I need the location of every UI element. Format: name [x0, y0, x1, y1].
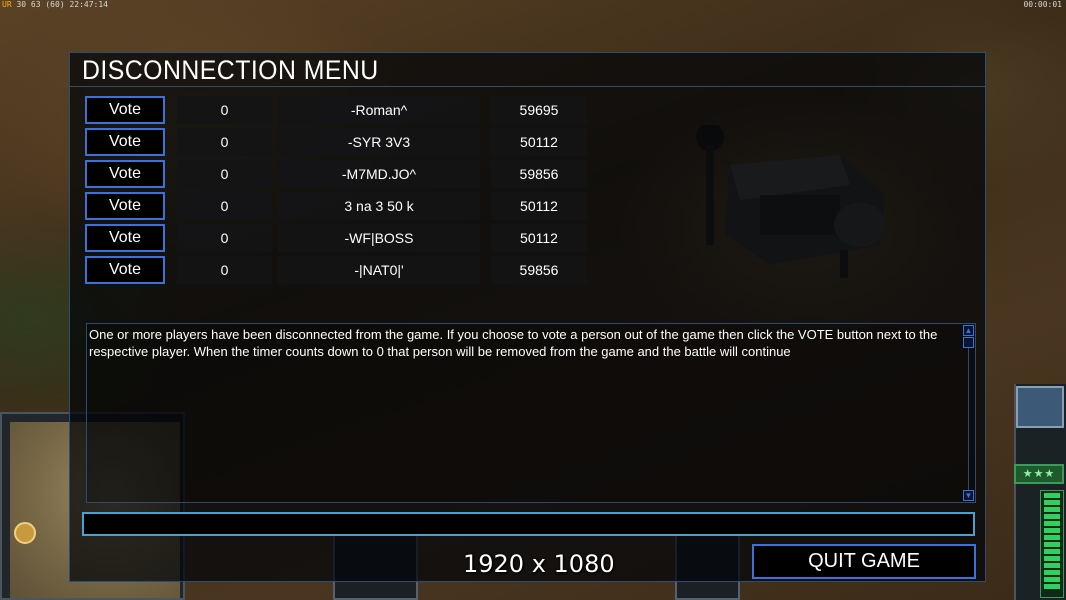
vote-count: 0 — [177, 192, 272, 220]
player-id: 59695 — [491, 96, 587, 124]
player-name: -Roman^ — [278, 96, 480, 124]
message-box: One or more players have been disconnect… — [86, 323, 976, 503]
vote-button[interactable]: Vote — [85, 96, 165, 124]
player-name: -WF|BOSS — [278, 224, 480, 252]
scroll-down-button[interactable]: ▼ — [963, 490, 974, 501]
vote-count: 0 — [177, 96, 272, 124]
vote-button[interactable]: Vote — [85, 192, 165, 220]
player-name: 3 na 3 50 k — [278, 192, 480, 220]
title-divider — [70, 86, 985, 87]
vote-button[interactable]: Vote — [85, 224, 165, 252]
vote-button[interactable]: Vote — [85, 160, 165, 188]
player-name: -SYR 3V3 — [278, 128, 480, 156]
vote-count: 0 — [177, 128, 272, 156]
quit-game-button[interactable]: QUIT GAME — [752, 544, 976, 579]
scroll-up-button[interactable]: ▲ — [963, 325, 974, 336]
player-id: 50112 — [491, 192, 587, 220]
player-name: -|NAT0|' — [278, 256, 480, 284]
player-name: -M7MD.JO^ — [278, 160, 480, 188]
resolution-label: 1920 x 1080 — [463, 550, 615, 578]
player-id: 50112 — [491, 224, 587, 252]
player-marker-icon — [14, 522, 36, 544]
scroll-track[interactable] — [968, 348, 969, 492]
player-id: 59856 — [491, 256, 587, 284]
vote-count: 0 — [177, 160, 272, 188]
disconnection-dialog: DISCONNECTION MENU Vote 0 -Roman^ 59695 Vote… — [69, 52, 986, 582]
player-id: 59856 — [491, 160, 587, 188]
vote-count: 0 — [177, 224, 272, 252]
player-id: 50112 — [491, 128, 587, 156]
chat-input[interactable] — [82, 512, 975, 536]
rank-stars: ★★★ — [1014, 464, 1064, 484]
game-timer: 00:00:01 — [1023, 0, 1062, 9]
dialog-title: DISCONNECTION MENU — [82, 55, 379, 85]
scroll-thumb[interactable] — [963, 337, 974, 348]
vote-count: 0 — [177, 256, 272, 284]
fps-readout: UR 30 63 (60) 22:47:14 — [2, 0, 108, 9]
satellite-icon[interactable] — [1016, 386, 1064, 428]
power-meter — [1040, 490, 1064, 598]
disconnect-message: One or more players have been disconnect… — [89, 327, 938, 359]
vote-button[interactable]: Vote — [85, 128, 165, 156]
vote-button[interactable]: Vote — [85, 256, 165, 284]
